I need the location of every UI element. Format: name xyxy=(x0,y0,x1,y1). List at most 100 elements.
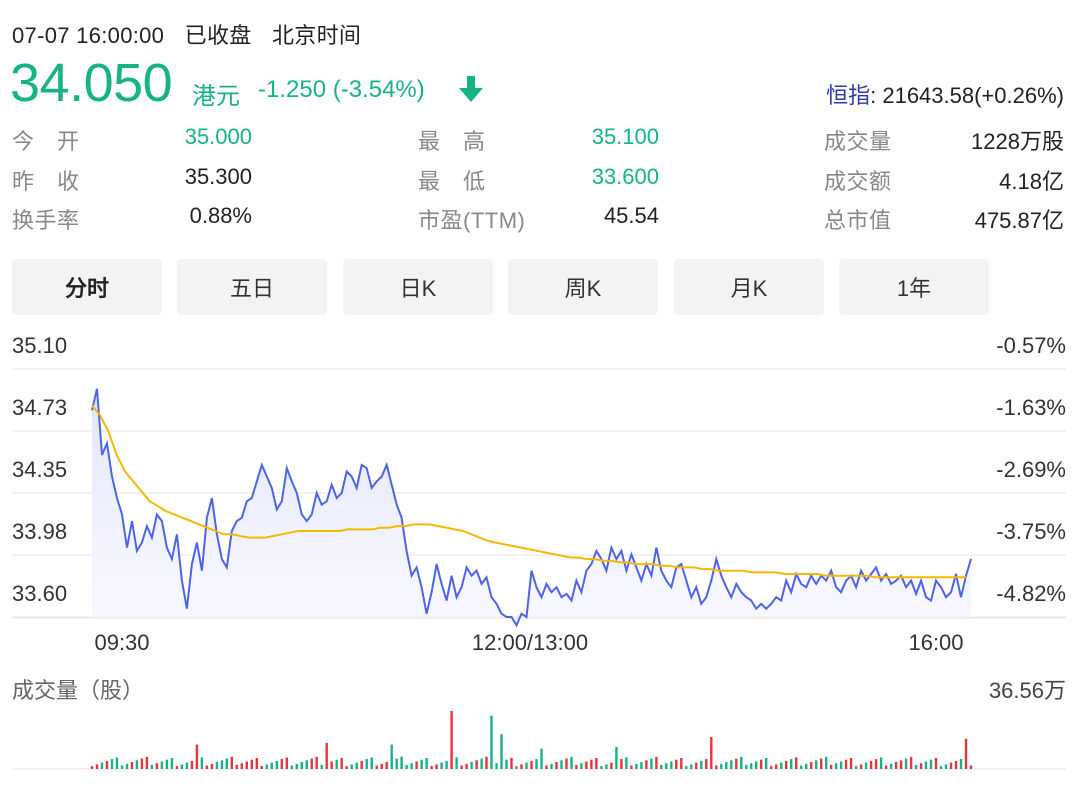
volume-bar xyxy=(565,758,568,769)
volume-bar xyxy=(230,756,233,769)
volume-bar xyxy=(904,758,908,769)
high-value: 35.100 xyxy=(591,124,659,149)
volume-label: 成交量 xyxy=(824,129,892,154)
volume-bar xyxy=(510,758,513,769)
tab-daily-k[interactable]: 日K xyxy=(343,259,493,315)
volume-bar xyxy=(545,765,548,769)
volume-bar xyxy=(899,760,903,769)
volume-bar xyxy=(864,762,868,769)
arrow-down-icon xyxy=(459,76,483,102)
tab-one-year[interactable]: 1年 xyxy=(839,259,989,315)
volume-bar xyxy=(944,764,948,769)
volume-bar xyxy=(839,761,843,769)
high-label: 最 高 xyxy=(418,129,486,154)
volume-bar xyxy=(500,734,503,769)
volume-bar xyxy=(615,747,618,769)
volume-bar xyxy=(854,766,858,769)
volume-bar xyxy=(954,760,958,769)
volume-bar xyxy=(100,762,104,769)
volume-bar xyxy=(450,711,453,769)
volume-bar xyxy=(550,763,553,769)
volume-max-label: 36.56万 xyxy=(989,678,1066,703)
tab-intraday[interactable]: 分时 xyxy=(12,259,162,315)
volume-bar xyxy=(710,737,713,769)
currency: 港元 xyxy=(192,83,240,110)
volume-bar xyxy=(320,764,323,769)
volume-bar xyxy=(430,766,433,769)
volume-bar xyxy=(700,760,703,769)
volume-bar xyxy=(715,765,718,769)
volume-bar xyxy=(830,764,833,769)
volume-bar xyxy=(740,756,743,769)
volume-bar xyxy=(755,761,758,769)
quote-timestamp: 07-07 16:00:00 已收盘 北京时间 xyxy=(12,18,375,50)
volume-bar xyxy=(540,748,543,769)
volume-bar xyxy=(800,765,803,769)
volume-bar xyxy=(290,765,293,769)
current-price: 34.050 xyxy=(10,53,173,113)
hang-seng-index[interactable]: 恒指: 21643.58(+0.26%) xyxy=(826,78,1064,110)
volume-bar xyxy=(300,762,303,769)
price-change: -1.250 (-3.54%) xyxy=(258,76,425,103)
volume-value: 1228万股 xyxy=(971,129,1064,154)
volume-bar xyxy=(400,756,403,769)
volume-bar xyxy=(834,763,838,769)
volume-bar xyxy=(735,758,738,769)
volume-bar xyxy=(675,759,678,769)
volume-bar xyxy=(470,762,473,769)
volume-bar xyxy=(110,759,114,769)
volume-bar xyxy=(485,756,488,769)
volume-bar xyxy=(760,759,763,769)
volume-bar xyxy=(265,764,268,769)
volume-bar xyxy=(949,762,953,769)
open-value: 35.000 xyxy=(184,124,252,149)
volume-bar xyxy=(934,758,938,769)
volume-bar xyxy=(795,757,798,769)
tab-monthly-k[interactable]: 月K xyxy=(674,259,824,315)
volume-bar xyxy=(785,760,788,769)
y-tick-label: 34.35 xyxy=(12,457,67,482)
volume-bar xyxy=(655,756,658,769)
tab-weekly-k[interactable]: 周K xyxy=(508,259,658,315)
volume-bar xyxy=(580,763,583,769)
volume-bar xyxy=(275,760,278,769)
volume-bar xyxy=(894,762,898,769)
volume-bar xyxy=(145,756,149,769)
turnover-rate-label: 换手率 xyxy=(12,208,80,233)
volume-bar xyxy=(884,765,888,769)
volume-bar xyxy=(874,759,878,769)
volume-bar xyxy=(465,763,468,769)
y-tick-label: 34.73 xyxy=(12,395,67,420)
volume-bar xyxy=(90,766,94,769)
volume-bar xyxy=(660,764,663,769)
volume-bar xyxy=(805,763,808,769)
index-label[interactable]: 恒指 xyxy=(826,83,870,108)
open-label: 今 开 xyxy=(12,129,80,154)
y-right-tick-label: -2.69% xyxy=(996,457,1066,482)
volume-bar xyxy=(120,765,124,769)
volume-bar xyxy=(315,756,318,769)
pe-label: 市盈(TTM) xyxy=(418,208,526,233)
volume-bar xyxy=(825,756,828,769)
tab-five-day[interactable]: 五日 xyxy=(177,259,327,315)
volume-bar xyxy=(115,757,119,769)
volume-bar xyxy=(919,763,923,769)
volume-bar xyxy=(560,760,563,769)
volume-bar xyxy=(490,715,493,769)
volume-bar xyxy=(345,766,348,769)
volume-bar xyxy=(200,757,204,769)
volume-bar xyxy=(370,757,373,769)
volume-bar xyxy=(600,766,603,769)
volume-bar xyxy=(260,766,263,769)
volume-bar xyxy=(650,758,653,769)
volume-bar xyxy=(815,760,818,769)
volume-bar xyxy=(455,757,458,769)
volume-bar xyxy=(95,764,99,769)
volume-bar xyxy=(939,766,943,769)
volume-bar xyxy=(770,766,773,769)
volume-bar xyxy=(245,761,248,769)
volume-bar xyxy=(620,759,623,769)
volume-bar xyxy=(645,760,648,769)
y-right-tick-label: -3.75% xyxy=(996,519,1066,544)
volume-bar xyxy=(190,760,194,769)
